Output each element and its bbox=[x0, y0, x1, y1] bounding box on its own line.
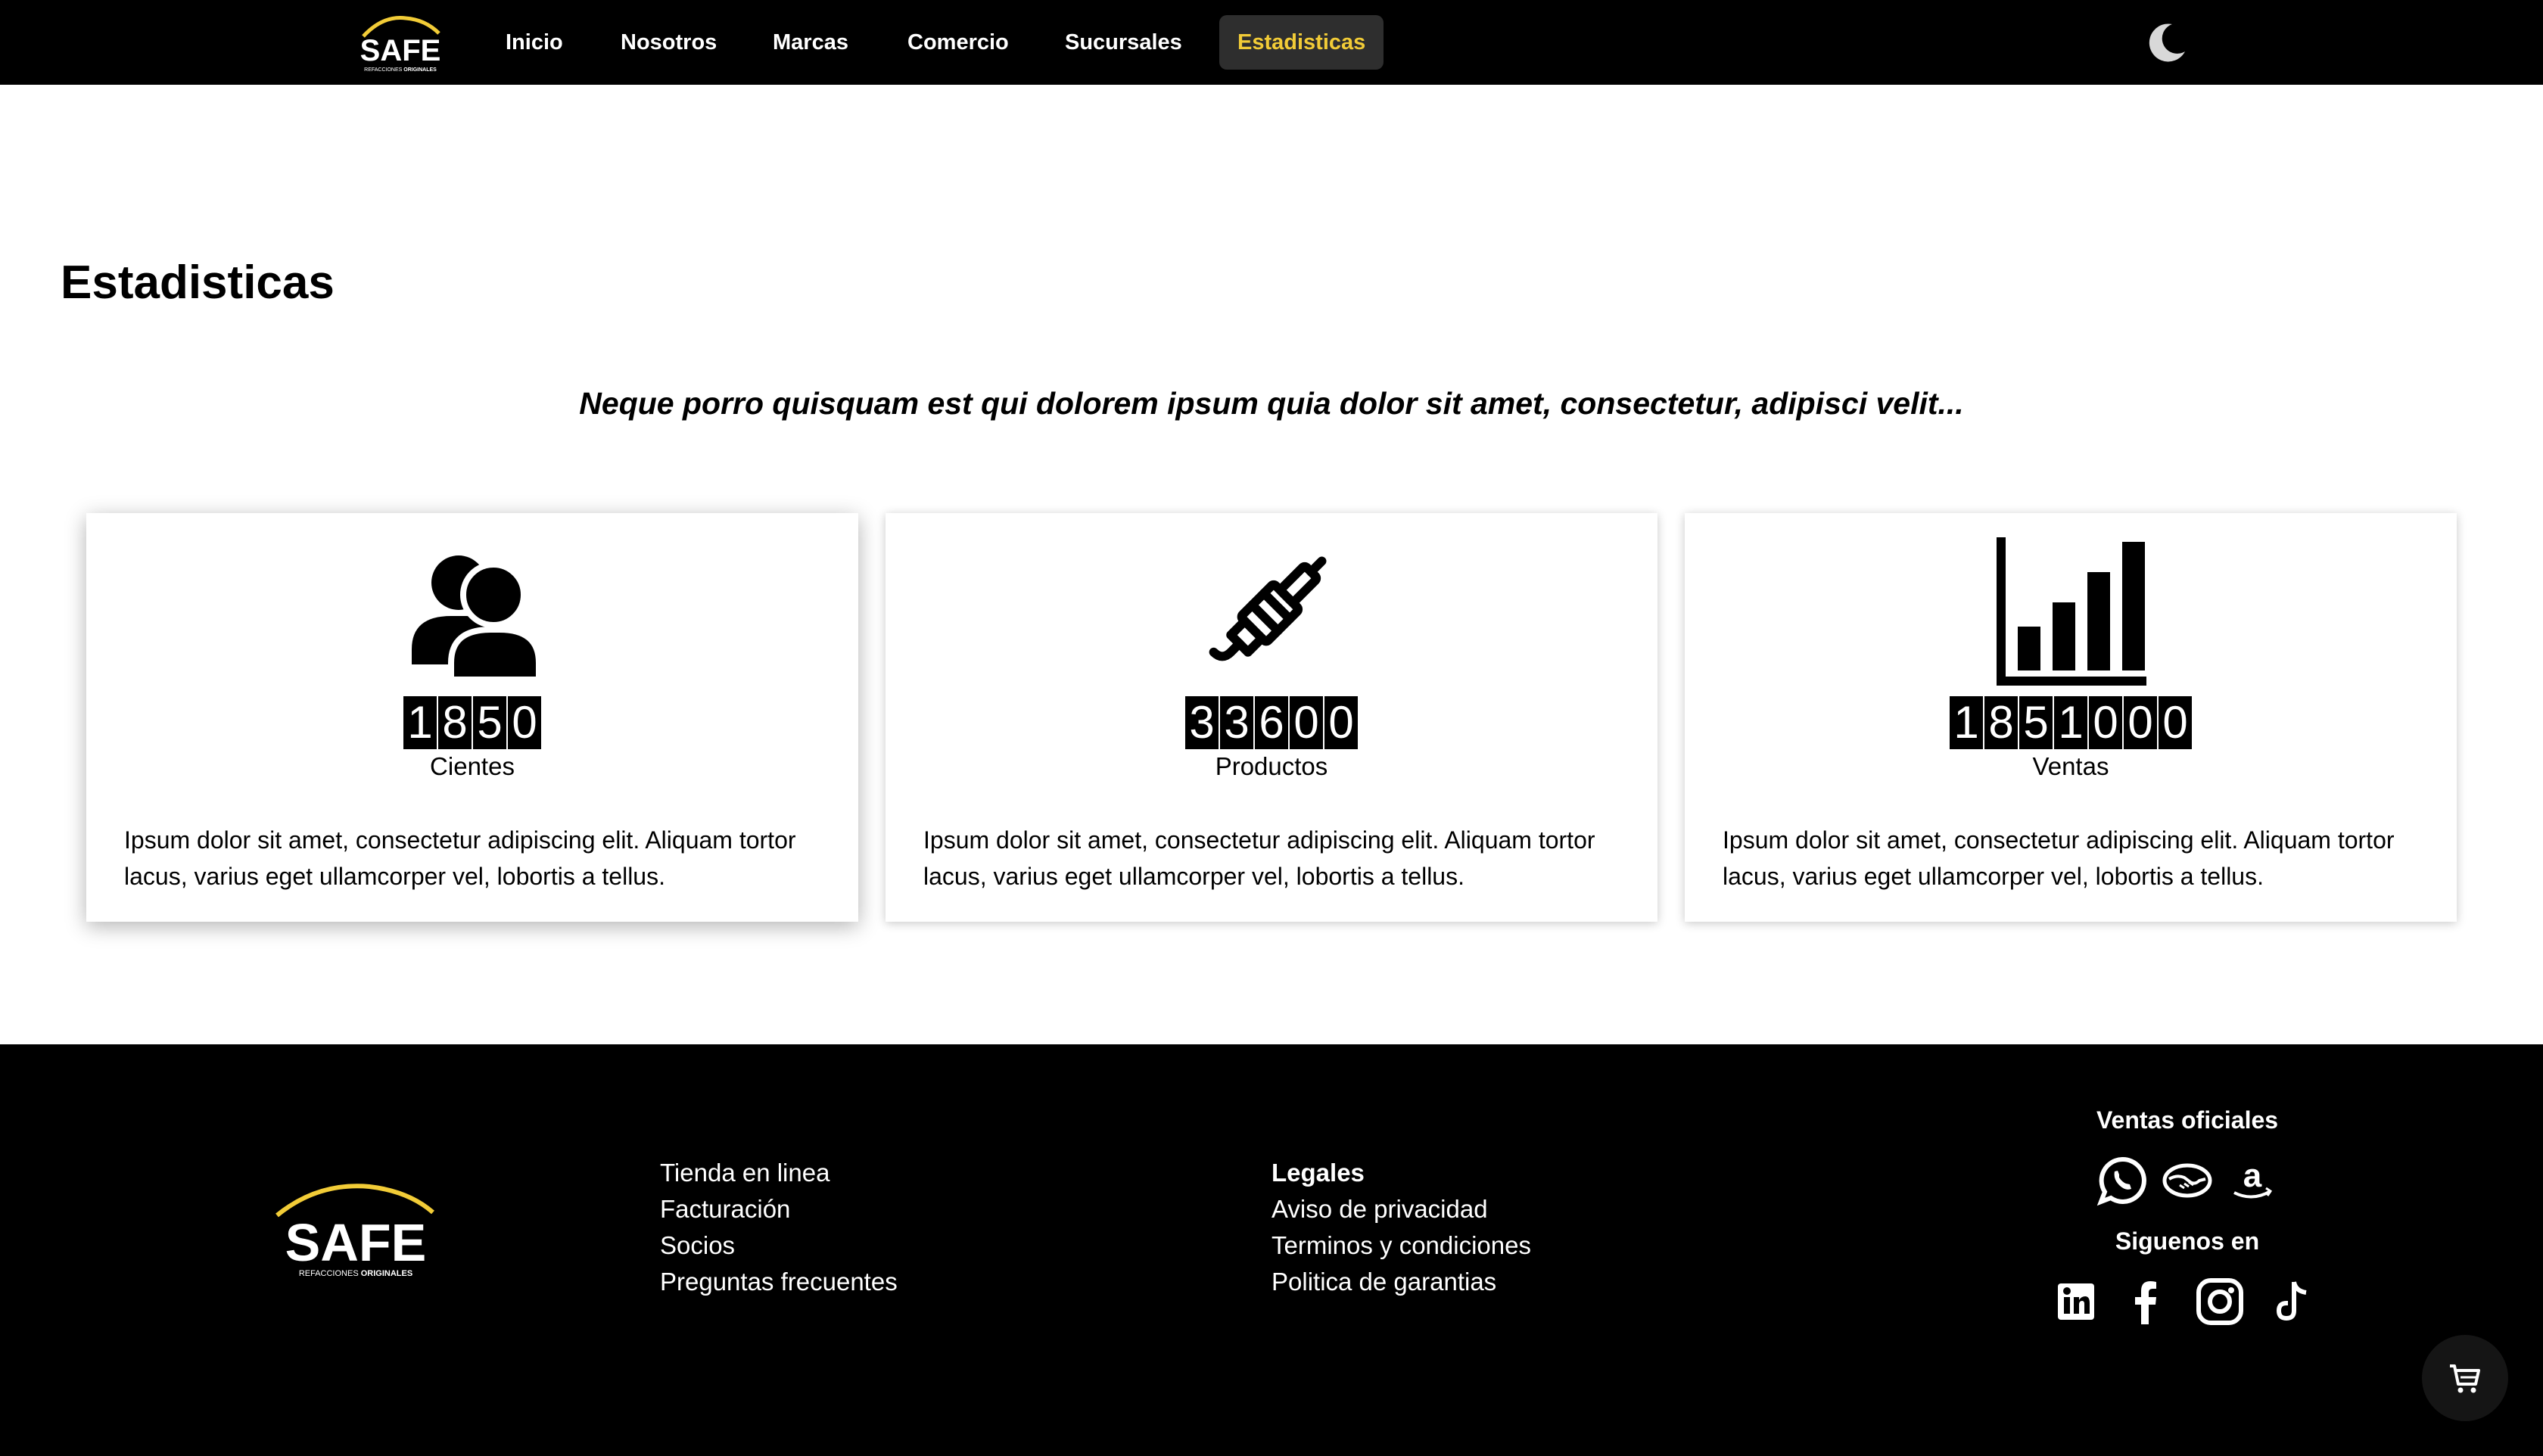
stat-description: Ipsum dolor sit amet, consectetur adipis… bbox=[124, 826, 796, 890]
sales-icons: a bbox=[2028, 1155, 2346, 1206]
counter-digit: 3 bbox=[1220, 696, 1253, 749]
footer-link-faq[interactable]: Preguntas frecuentes bbox=[660, 1264, 898, 1300]
safe-logo-footer[interactable]: SAFE REFACCIONES ORIGINALES bbox=[272, 1176, 437, 1282]
stat-counter: 1851000 bbox=[1685, 696, 2457, 749]
footer-link-terminos[interactable]: Terminos y condiciones bbox=[1272, 1227, 1531, 1264]
stat-description: Ipsum dolor sit amet, consectetur adipis… bbox=[923, 826, 1595, 890]
svg-text:a: a bbox=[2243, 1157, 2262, 1194]
cart-button[interactable] bbox=[2422, 1335, 2508, 1421]
footer-link-socios[interactable]: Socios bbox=[660, 1227, 898, 1264]
safe-logo[interactable]: SAFE REFACCIONES ORIGINALES bbox=[353, 11, 448, 74]
stat-label: Productos bbox=[1215, 752, 1328, 780]
counter-digit: 1 bbox=[1950, 696, 1983, 749]
facebook-icon[interactable] bbox=[2120, 1276, 2171, 1327]
stat-label: Cientes bbox=[430, 752, 515, 780]
nav-item-marcas[interactable]: Marcas bbox=[755, 15, 867, 70]
users-icon bbox=[412, 555, 542, 683]
tiktok-icon[interactable] bbox=[2268, 1276, 2320, 1327]
counter-digit: 0 bbox=[1324, 696, 1358, 749]
spark-plug-icon bbox=[1209, 556, 1327, 661]
logo-text: SAFE bbox=[285, 1213, 427, 1272]
stat-counter: 1850 bbox=[86, 696, 858, 749]
instagram-icon[interactable] bbox=[2194, 1276, 2246, 1327]
nav-item-sucursales[interactable]: Sucursales bbox=[1047, 15, 1200, 70]
nav-item-estadisticas[interactable]: Estadisticas bbox=[1219, 15, 1384, 70]
counter-digit: 0 bbox=[2124, 696, 2157, 749]
top-navbar: SAFE REFACCIONES ORIGINALES Inicio Nosot… bbox=[0, 0, 2543, 85]
stat-card-clientes: 1850 Cientes Ipsum dolor sit amet, conse… bbox=[86, 513, 858, 922]
page-subtitle: Neque porro quisquam est qui dolorem ips… bbox=[579, 386, 1964, 421]
bar-chart-icon bbox=[1997, 537, 2146, 686]
amazon-icon[interactable]: a bbox=[2227, 1155, 2278, 1206]
stat-label: Ventas bbox=[2032, 752, 2109, 780]
logo-tagline: REFACCIONES ORIGINALES bbox=[364, 67, 437, 73]
counter-digit: 1 bbox=[2054, 696, 2087, 749]
linkedin-icon[interactable] bbox=[2055, 1280, 2097, 1323]
counter-digit: 0 bbox=[2159, 696, 2192, 749]
footer-link-facturacion[interactable]: Facturación bbox=[660, 1191, 898, 1227]
counter-digit: 0 bbox=[1290, 696, 1323, 749]
counter-digit: 8 bbox=[1984, 696, 2018, 749]
footer-legal-heading: Legales bbox=[1272, 1159, 1365, 1187]
stat-counter: 33600 bbox=[886, 696, 1657, 749]
footer-link-garantias[interactable]: Politica de garantias bbox=[1272, 1264, 1531, 1300]
stat-description: Ipsum dolor sit amet, consectetur adipis… bbox=[1723, 826, 2395, 890]
moon-icon[interactable] bbox=[2143, 20, 2189, 65]
counter-digit: 1 bbox=[403, 696, 437, 749]
footer-link-privacidad[interactable]: Aviso de privacidad bbox=[1272, 1191, 1531, 1227]
nav-item-inicio[interactable]: Inicio bbox=[487, 15, 581, 70]
ventas-oficiales-title: Ventas oficiales bbox=[2096, 1106, 2279, 1134]
stat-card-ventas: 1851000 Ventas Ipsum dolor sit amet, con… bbox=[1685, 513, 2457, 922]
counter-digit: 6 bbox=[1255, 696, 1288, 749]
nav-item-comercio[interactable]: Comercio bbox=[889, 15, 1027, 70]
footer: SAFE REFACCIONES ORIGINALES Tienda en li… bbox=[0, 1044, 2543, 1456]
counter-digit: 0 bbox=[2089, 696, 2122, 749]
mercado-libre-icon[interactable] bbox=[2162, 1155, 2213, 1206]
footer-links: Tienda en linea Facturación Socios Pregu… bbox=[660, 1155, 898, 1300]
stat-card-productos: 33600 Productos Ipsum dolor sit amet, co… bbox=[886, 513, 1657, 922]
counter-digit: 0 bbox=[508, 696, 541, 749]
counter-digit: 5 bbox=[473, 696, 506, 749]
shopping-cart-icon bbox=[2450, 1364, 2480, 1393]
footer-legal: Legales Aviso de privacidad Terminos y c… bbox=[1272, 1155, 1531, 1300]
page-title: Estadisticas bbox=[61, 257, 335, 309]
logo-tagline: REFACCIONES ORIGINALES bbox=[299, 1269, 412, 1278]
counter-digit: 5 bbox=[2019, 696, 2053, 749]
whatsapp-icon[interactable] bbox=[2096, 1155, 2148, 1206]
siguenos-title: Siguenos en bbox=[2115, 1227, 2260, 1255]
counter-digit: 3 bbox=[1185, 696, 1219, 749]
footer-link-tienda[interactable]: Tienda en linea bbox=[660, 1155, 898, 1191]
logo-text: SAFE bbox=[360, 34, 441, 67]
counter-digit: 8 bbox=[438, 696, 472, 749]
nav-item-nosotros[interactable]: Nosotros bbox=[602, 15, 735, 70]
social-icons bbox=[2028, 1276, 2346, 1327]
